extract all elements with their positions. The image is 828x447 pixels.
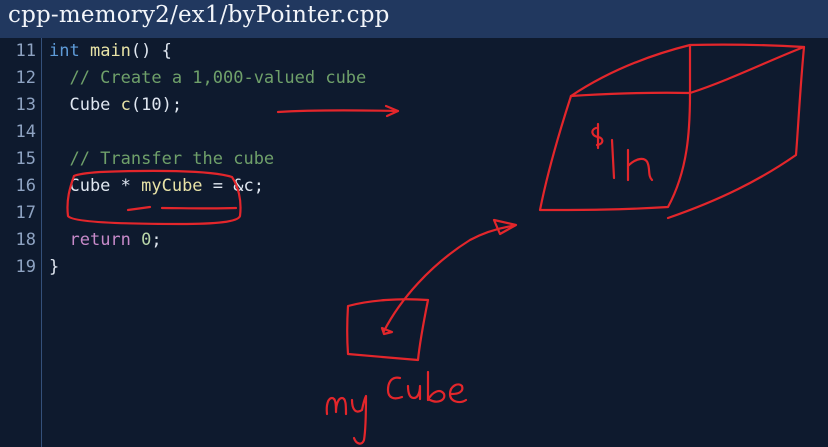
line-number: 17 (15, 203, 36, 223)
number-token: 0 (141, 230, 152, 250)
code-editor[interactable]: 11 12 13 14 15 16 17 18 19 int main() { … (0, 38, 828, 447)
code-token: Cube (49, 95, 121, 115)
function-token: c (120, 95, 131, 115)
code-token: Cube * (49, 176, 142, 196)
line-number: 12 (15, 68, 36, 88)
code-line-close-brace[interactable]: } (49, 254, 59, 280)
keyword-token: int (49, 41, 80, 61)
keyword-token: return (69, 230, 131, 250)
code-token: () { (130, 41, 172, 61)
file-path-title: cpp-memory2/ex1/byPointer.cpp (8, 2, 390, 28)
file-title-bar: cpp-memory2/ex1/byPointer.cpp (0, 0, 828, 38)
line-number: 16 (15, 176, 36, 196)
code-line-comment[interactable]: // Create a 1,000-valued cube (49, 65, 366, 91)
code-line-comment[interactable]: // Transfer the cube (49, 146, 274, 172)
line-number: 13 (15, 95, 36, 115)
code-token: = &c; (202, 176, 264, 196)
line-number: 11 (15, 41, 36, 61)
code-line-cube-c[interactable]: Cube c(10); (49, 92, 182, 118)
line-number: 19 (15, 257, 36, 277)
line-number: 14 (15, 122, 36, 142)
line-number: 18 (15, 230, 36, 250)
code-token: ; (151, 230, 162, 250)
line-number: 15 (15, 149, 36, 169)
code-line-pointer[interactable]: Cube * myCube = &c; (49, 173, 264, 199)
code-line-main[interactable]: int main() { (49, 38, 172, 64)
function-token: main (89, 41, 131, 61)
function-token: myCube (141, 176, 203, 196)
code-line-return[interactable]: return 0; (49, 227, 162, 253)
gutter-divider (41, 38, 42, 447)
code-token: (10); (130, 95, 183, 115)
